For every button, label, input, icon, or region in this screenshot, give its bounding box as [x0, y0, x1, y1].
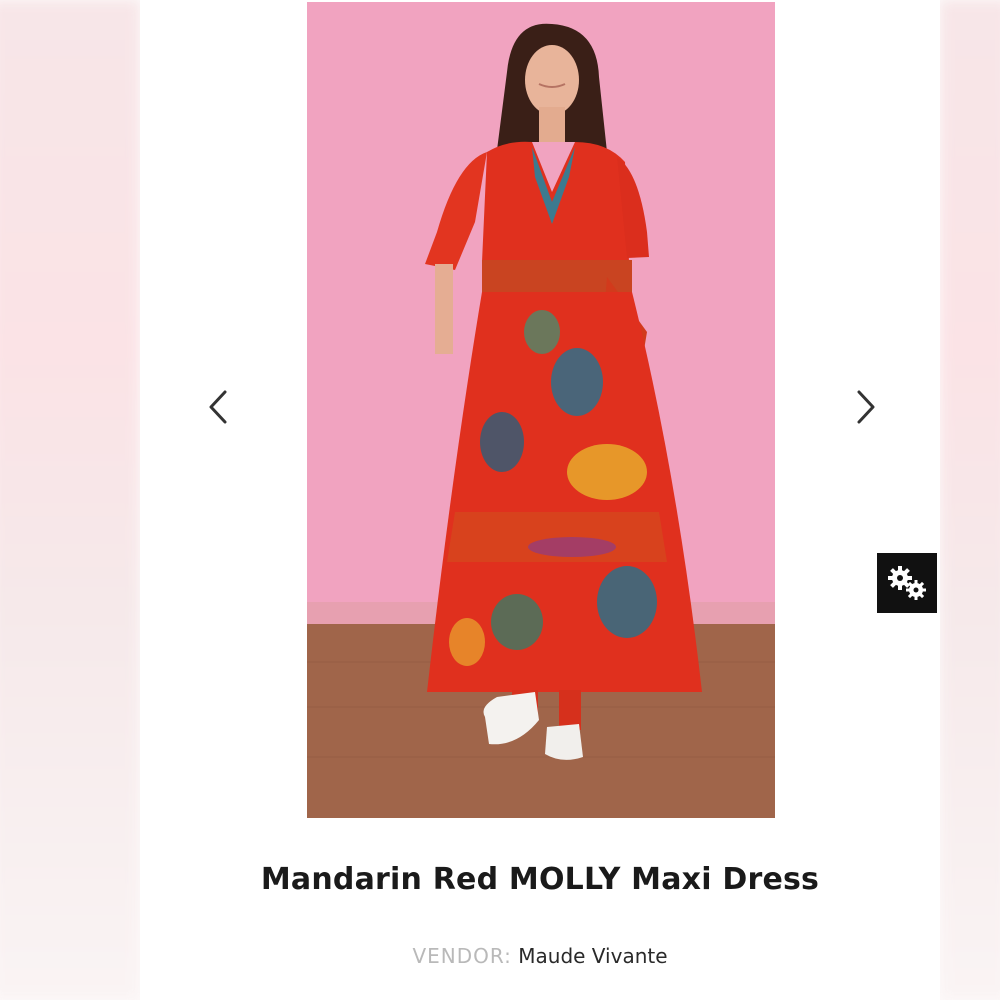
product-image[interactable] — [307, 2, 775, 818]
left-arm — [435, 264, 453, 354]
vendor-label: VENDOR: — [412, 944, 512, 968]
product-photo — [307, 2, 775, 818]
right-blur-margin — [940, 0, 1000, 1000]
left-blur-margin — [0, 0, 140, 1000]
carousel-next-button[interactable] — [846, 383, 886, 431]
settings-widget-button[interactable] — [877, 553, 937, 613]
model-leg-right — [559, 690, 581, 730]
chevron-left-icon — [209, 390, 227, 424]
product-page: Mandarin Red MOLLY Maxi Dress VENDOR: Ma… — [140, 0, 940, 1000]
model-face — [525, 45, 579, 115]
vendor-name-link[interactable]: Maude Vivante — [518, 944, 667, 968]
sneaker-right — [545, 724, 583, 760]
gears-icon — [888, 566, 926, 600]
carousel-prev-button[interactable] — [198, 383, 238, 431]
model-neck — [539, 107, 565, 142]
chevron-right-icon — [857, 390, 875, 424]
vendor-line: VENDOR: Maude Vivante — [140, 944, 940, 968]
screenshot-stage: Mandarin Red MOLLY Maxi Dress VENDOR: Ma… — [0, 0, 1000, 1000]
product-title: Mandarin Red MOLLY Maxi Dress — [260, 862, 820, 897]
